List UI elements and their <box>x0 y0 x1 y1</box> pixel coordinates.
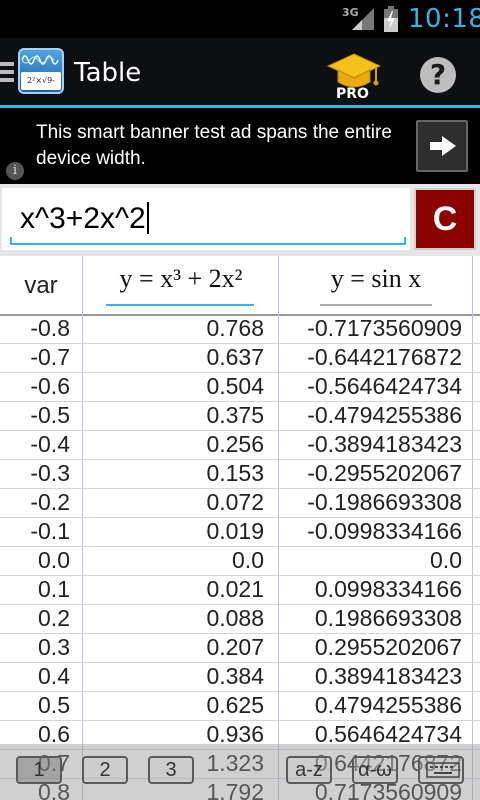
cell-func2: 0.4794255386 <box>314 692 462 718</box>
table-row[interactable]: 0.4 0.384 0.3894183423 <box>0 662 480 692</box>
cell-func2: -0.3894183423 <box>307 431 462 457</box>
cell-var: -0.7 <box>30 344 70 370</box>
expression-text[interactable]: x^3+2x^2 <box>20 202 149 236</box>
cell-func2: 0.1986693308 <box>314 605 462 631</box>
cell-func2: -0.7173560909 <box>307 316 462 341</box>
info-icon[interactable]: i <box>6 162 24 180</box>
cell-func1: 0.019 <box>206 518 264 544</box>
expression-value: x^3+2x^2 <box>20 202 146 235</box>
keyboard-letters-button[interactable]: a-z <box>286 756 332 784</box>
cell-var: 0.1 <box>38 576 70 602</box>
help-button[interactable]: ? <box>420 57 456 93</box>
func1-formula: y = x³ + 2x² <box>119 264 243 293</box>
column-header-func1[interactable]: y = x³ + 2x² <box>84 264 278 308</box>
cell-func1: 0.0 <box>232 547 264 573</box>
func2-formula: y = sin x <box>330 264 422 293</box>
func2-underline <box>320 304 432 306</box>
cell-var: 0.5 <box>38 692 70 718</box>
action-bar: 2²×√9-3/2 Table PRO ? <box>0 38 480 108</box>
cell-func2: -0.4794255386 <box>307 402 462 428</box>
cell-var: -0.4 <box>30 431 70 457</box>
signal-bars-icon <box>352 8 374 30</box>
keyboard-3-button[interactable]: 3 <box>148 756 194 784</box>
keyboard-switcher: 1 2 3 a-z α-ω <box>0 744 480 800</box>
cell-func1: 0.768 <box>206 316 264 341</box>
clear-button[interactable]: C <box>414 188 476 250</box>
cell-var: -0.2 <box>30 489 70 515</box>
table-row[interactable]: -0.4 0.256 -0.3894183423 <box>0 430 480 460</box>
page-title: Table <box>74 58 142 88</box>
cell-var: 0.0 <box>38 547 70 573</box>
cell-func2: 0.2955202067 <box>314 634 462 660</box>
expression-row: x^3+2x^2 C <box>0 184 480 256</box>
cell-var: 0.4 <box>38 663 70 689</box>
table-row[interactable]: -0.3 0.153 -0.2955202067 <box>0 459 480 489</box>
ad-open-button[interactable] <box>416 120 468 172</box>
clock: 10:18 <box>408 4 480 34</box>
table-row[interactable]: 0.3 0.207 0.2955202067 <box>0 633 480 663</box>
cell-func1: 0.637 <box>206 344 264 370</box>
cell-func2: -0.0998334166 <box>307 518 462 544</box>
cell-func2: 0.3894183423 <box>314 663 462 689</box>
cell-func1: 0.153 <box>206 460 264 486</box>
cell-func2: -0.6442176872 <box>307 344 462 370</box>
cell-func2: 0.0 <box>430 547 462 573</box>
table-row[interactable]: 0.1 0.021 0.0998334166 <box>0 575 480 605</box>
keyboard-2-button[interactable]: 2 <box>82 756 128 784</box>
cell-var: -0.5 <box>30 402 70 428</box>
cell-var: -0.8 <box>30 316 70 341</box>
column-header-func2[interactable]: y = sin x <box>280 264 472 308</box>
table-row[interactable]: -0.6 0.504 -0.5646424734 <box>0 372 480 402</box>
func1-underline <box>106 304 254 306</box>
cell-func1: 0.384 <box>206 663 264 689</box>
system-keyboard-button[interactable] <box>418 756 464 784</box>
ad-banner[interactable]: This smart banner test ad spans the enti… <box>0 108 480 184</box>
cell-func2: -0.2955202067 <box>307 460 462 486</box>
wave-graph-icon <box>22 55 59 65</box>
table-header: var y = x³ + 2x² y = sin x <box>0 256 480 316</box>
table-row[interactable]: 0.2 0.088 0.1986693308 <box>0 604 480 634</box>
input-underline <box>10 237 406 245</box>
table-row[interactable]: -0.5 0.375 -0.4794255386 <box>0 401 480 431</box>
table-row[interactable]: -0.8 0.768 -0.7173560909 <box>0 316 480 344</box>
cell-func1: 0.207 <box>206 634 264 660</box>
logo-formula: 2²×√9-3/2 <box>21 72 61 90</box>
cell-func2: -0.1986693308 <box>307 489 462 515</box>
expression-input[interactable]: x^3+2x^2 <box>2 188 410 250</box>
table-row[interactable]: -0.1 0.019 -0.0998334166 <box>0 517 480 547</box>
cell-var: -0.1 <box>30 518 70 544</box>
cell-func1: 0.504 <box>206 373 264 399</box>
status-bar: 3G 10:18 <box>0 0 480 38</box>
table-row[interactable]: -0.7 0.637 -0.6442176872 <box>0 343 480 373</box>
table-row[interactable]: -0.2 0.072 -0.1986693308 <box>0 488 480 518</box>
app-logo[interactable]: 2²×√9-3/2 <box>18 48 64 94</box>
cell-var: -0.6 <box>30 373 70 399</box>
column-header-var[interactable]: var <box>0 272 82 300</box>
table-row[interactable]: 0.5 0.625 0.4794255386 <box>0 691 480 721</box>
keyboard-1-button[interactable]: 1 <box>16 756 62 784</box>
cell-var: -0.3 <box>30 460 70 486</box>
cell-func1: 0.625 <box>206 692 264 718</box>
cell-func1: 0.072 <box>206 489 264 515</box>
cell-var: 0.3 <box>38 634 70 660</box>
battery-charging-icon <box>384 6 398 32</box>
cell-func1: 0.021 <box>206 576 264 602</box>
table-row[interactable]: 0.0 0.0 0.0 <box>0 546 480 576</box>
pro-label[interactable]: PRO <box>336 86 369 102</box>
cell-func1: 0.088 <box>206 605 264 631</box>
arrow-right-icon <box>430 136 456 156</box>
ad-text[interactable]: This smart banner test ad spans the enti… <box>36 120 396 172</box>
keyboard-icon <box>426 762 460 778</box>
drawer-menu-icon[interactable] <box>0 62 14 84</box>
cell-func2: -0.5646424734 <box>307 373 462 399</box>
table-body[interactable]: -0.8 0.768 -0.7173560909 -0.7 0.637 -0.644217… <box>0 316 480 800</box>
cell-func1: 0.256 <box>206 431 264 457</box>
cell-func1: 0.375 <box>206 402 264 428</box>
text-cursor <box>146 202 149 234</box>
cell-func2: 0.0998334166 <box>314 576 462 602</box>
keyboard-greek-button[interactable]: α-ω <box>352 756 398 784</box>
cell-var: 0.2 <box>38 605 70 631</box>
